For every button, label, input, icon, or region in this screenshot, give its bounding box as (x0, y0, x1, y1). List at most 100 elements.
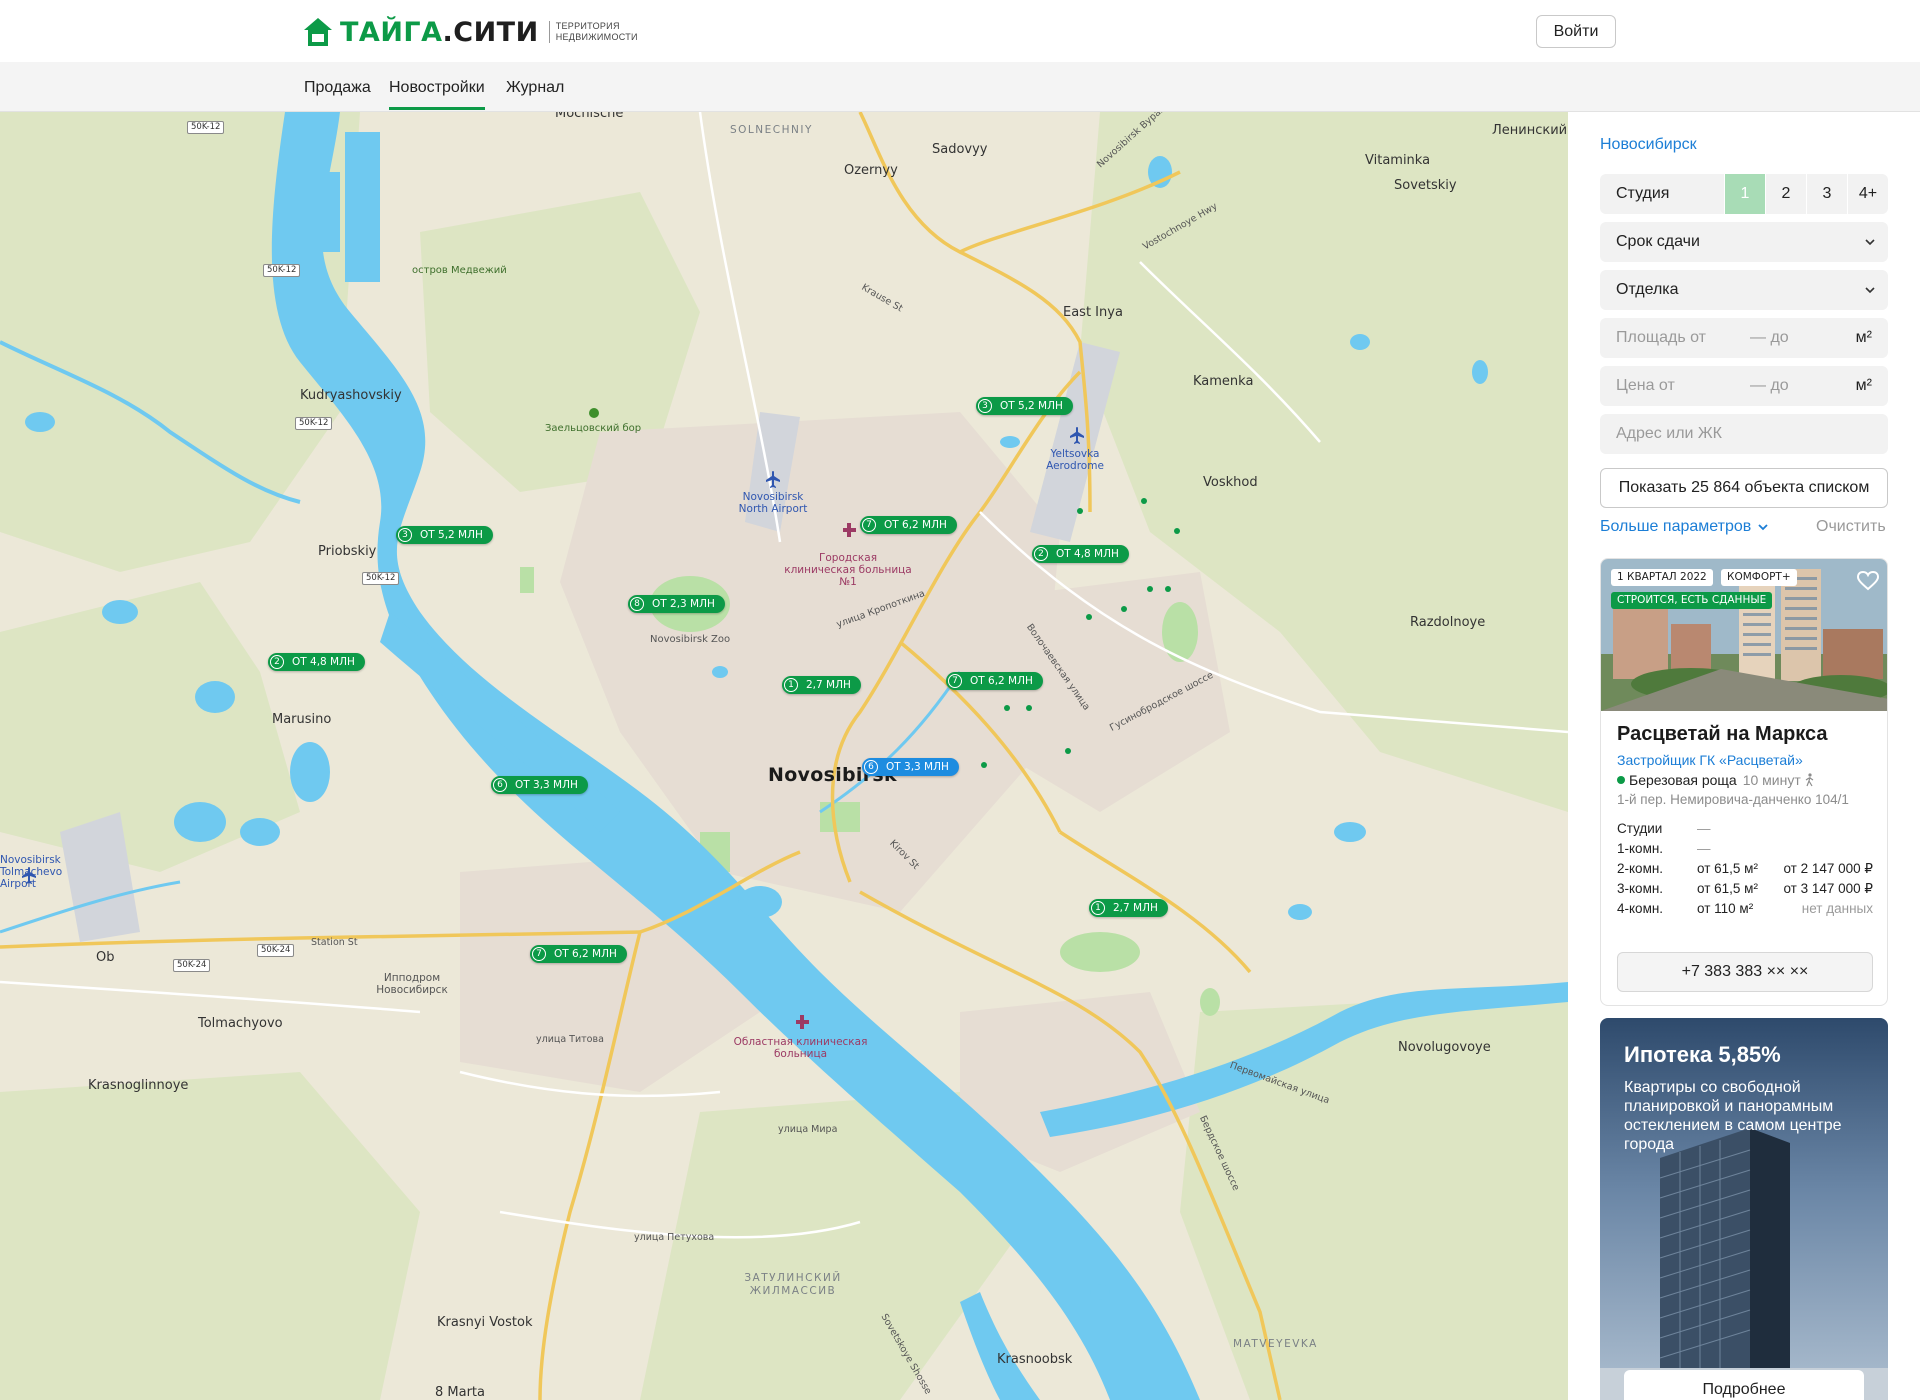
deadline-select[interactable]: Срок сдачи (1600, 222, 1888, 262)
listing-dot[interactable] (1086, 614, 1092, 620)
room-option-1[interactable]: 1 (1724, 174, 1765, 214)
top-header: ТАЙГА .СИТИ ТЕРРИТОРИЯ НЕДВИЖИМОСТИ Войти (0, 0, 1920, 62)
more-params-toggle[interactable]: Больше параметров (1600, 518, 1769, 536)
price-row-area: — (1697, 821, 1711, 836)
map-label-tolmachyovo: Tolmachyovo (198, 1016, 283, 1031)
listing-dot[interactable] (1004, 705, 1010, 711)
area-to-field[interactable]: — до (1750, 318, 1789, 358)
more-params-label: Больше параметров (1600, 518, 1752, 535)
map-price-pin[interactable]: 7 ОТ 6,2 МЛН (530, 945, 627, 963)
area-from-field[interactable]: Площадь от (1616, 329, 1706, 346)
map-label-ozernyy: Ozernyy (844, 163, 898, 178)
listing-dot[interactable] (1077, 508, 1083, 514)
listing-dot[interactable] (1141, 498, 1147, 504)
price-to-field[interactable]: — до (1750, 366, 1789, 406)
pin-price: ОТ 3,3 МЛН (515, 779, 578, 791)
map-label-krasnyi-vostok: Krasnyi Vostok (437, 1315, 533, 1330)
pin-count: 2 (270, 655, 284, 669)
map-label-solnechniy: SOLNECHNIY (730, 124, 813, 136)
map-price-pin[interactable]: 2 ОТ 4,8 МЛН (1032, 545, 1129, 563)
road-shield: 50K-12 (263, 264, 301, 277)
price-row-type: 3-комн. (1617, 881, 1664, 896)
listing-dot[interactable] (1065, 748, 1071, 754)
nav-new-buildings[interactable]: Новостройки (389, 79, 485, 110)
clear-filters-link[interactable]: Очистить (1816, 518, 1886, 536)
nav-journal[interactable]: Журнал (506, 79, 564, 97)
map-label-hippodrome: Ипподром Новосибирск (376, 972, 448, 996)
mortgage-promo-banner[interactable]: Ипотека 5,85% Квартиры со свободной план… (1600, 1018, 1888, 1400)
price-row: 3-комн. от 61,5 м² от 3 147 000 ₽ (1617, 881, 1873, 901)
pin-price: ОТ 2,3 МЛН (652, 598, 715, 610)
pin-price: ОТ 6,2 МЛН (970, 675, 1033, 687)
room-option-4-plus[interactable]: 4+ (1847, 174, 1888, 214)
price-unit: м² (1855, 377, 1872, 394)
map-label-priobskiy: Priobskiy (318, 544, 377, 559)
room-option-studio[interactable]: Студия (1600, 174, 1724, 214)
map-label-city-hospital-1: Городская клиническая больница №1 (784, 552, 912, 588)
listing-dot[interactable] (1165, 586, 1171, 592)
nav-sale[interactable]: Продажа (304, 79, 371, 97)
map-view[interactable]: Mochische SOLNECHNIY Sadovyy Ozernyy Лен… (0, 112, 1568, 1400)
street-titova: улица Титова (536, 1034, 604, 1045)
map-price-pin[interactable]: 8 ОТ 2,3 МЛН (628, 595, 725, 613)
price-row-area: — (1697, 841, 1711, 856)
map-price-pin-selected[interactable]: 6 ОТ 3,3 МЛН (862, 758, 959, 776)
site-logo[interactable]: ТАЙГА .СИТИ ТЕРРИТОРИЯ НЕДВИЖИМОСТИ (303, 17, 649, 48)
map-price-pin[interactable]: 6 ОТ 3,3 МЛН (491, 776, 588, 794)
price-row: 2-комн. от 61,5 м² от 2 147 000 ₽ (1617, 861, 1873, 881)
map-price-pin[interactable]: 3 ОТ 5,2 МЛН (976, 397, 1073, 415)
listing-dot[interactable] (1174, 528, 1180, 534)
pin-count: 7 (862, 518, 876, 532)
heart-icon[interactable] (1857, 571, 1879, 591)
finish-select[interactable]: Отделка (1600, 270, 1888, 310)
map-label-zoo: Novosibirsk Zoo (650, 634, 731, 645)
area-range-input[interactable]: Площадь от — до м² (1600, 318, 1888, 358)
pin-price: ОТ 5,2 МЛН (1000, 400, 1063, 412)
price-range-input[interactable]: Цена от — до м² (1600, 366, 1888, 406)
road-shield: 50K-24 (173, 959, 211, 972)
map-price-pin[interactable]: 7 ОТ 6,2 МЛН (860, 516, 957, 534)
price-row-type: 2-комн. (1617, 861, 1664, 876)
listing-dot[interactable] (981, 762, 987, 768)
deadline-select-label: Срок сдачи (1616, 233, 1700, 250)
phone-button[interactable]: +7 383 383 ×× ×× (1617, 952, 1873, 992)
listing-dot[interactable] (1121, 606, 1127, 612)
map-label-yeltsovka-aerodrome: Yeltsovka Aerodrome (1046, 448, 1104, 472)
pin-price: 2,7 МЛН (1113, 902, 1158, 914)
listing-title[interactable]: Расцветай на Маркса (1617, 723, 1828, 746)
map-price-pin[interactable]: 2 ОТ 4,8 МЛН (268, 653, 365, 671)
listing-dot[interactable] (1026, 705, 1032, 711)
map-price-pin[interactable]: 3 ОТ 5,2 МЛН (396, 526, 493, 544)
filter-sidebar: Новосибирск Студия 1 2 3 4+ Срок сдачи О… (1568, 112, 1920, 1400)
pin-price: ОТ 5,2 МЛН (420, 529, 483, 541)
show-list-button[interactable]: Показать 25 864 объекта списком (1600, 468, 1888, 508)
finish-select-label: Отделка (1616, 281, 1679, 298)
listing-photo[interactable]: 1 КВАРТАЛ 2022 КОМФОРТ+ СТРОИТСЯ, ЕСТЬ С… (1601, 559, 1887, 711)
road-shield: 50K-12 (362, 572, 400, 585)
price-row-price: от 3 147 000 ₽ (1783, 881, 1873, 896)
map-label-east-inya: East Inya (1063, 305, 1123, 320)
map-price-pin[interactable]: 1 2,7 МЛН (1089, 899, 1168, 917)
developer-link[interactable]: Застройщик ГК «Расцветай» (1617, 752, 1803, 768)
city-selector-link[interactable]: Новосибирск (1600, 136, 1697, 154)
room-option-3[interactable]: 3 (1806, 174, 1847, 214)
room-option-2[interactable]: 2 (1765, 174, 1806, 214)
map-price-pin[interactable]: 7 ОТ 6,2 МЛН (946, 672, 1043, 690)
listing-card[interactable]: 1 КВАРТАЛ 2022 КОМФОРТ+ СТРОИТСЯ, ЕСТЬ С… (1600, 558, 1888, 1006)
map-label-vitaminka: Vitaminka (1365, 153, 1431, 168)
listing-dot[interactable] (1147, 586, 1153, 592)
map-price-pin[interactable]: 1 2,7 МЛН (782, 676, 861, 694)
address-search-placeholder: Адрес или ЖК (1616, 425, 1722, 442)
road-shield: 50K-12 (295, 417, 333, 430)
login-button[interactable]: Войти (1536, 15, 1616, 48)
map-label-north-airport: Novosibirsk North Airport (738, 491, 808, 515)
pin-price: ОТ 6,2 МЛН (884, 519, 947, 531)
area-unit: м² (1855, 329, 1872, 346)
rooms-selector: Студия 1 2 3 4+ (1600, 174, 1888, 214)
map-label-kamenka: Kamenka (1193, 374, 1254, 389)
price-from-field[interactable]: Цена от (1616, 377, 1675, 394)
address-search-input[interactable]: Адрес или ЖК (1600, 414, 1888, 454)
pin-price: 2,7 МЛН (806, 679, 851, 691)
pin-count: 3 (398, 528, 412, 542)
promo-more-button[interactable]: Подробнее (1624, 1370, 1864, 1400)
